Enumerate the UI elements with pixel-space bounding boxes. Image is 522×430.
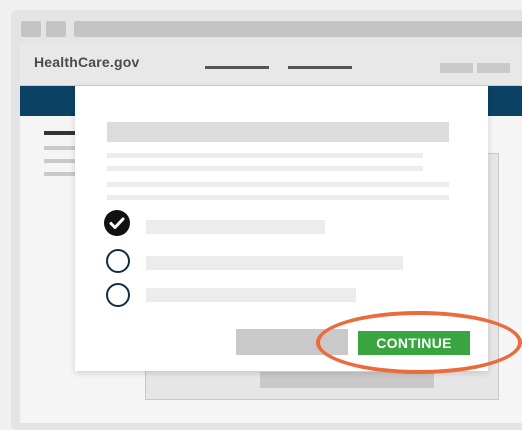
option-2-radio[interactable] bbox=[106, 249, 130, 273]
text-line-placeholder bbox=[107, 195, 449, 200]
background-button bbox=[260, 372, 434, 388]
sidebar-item[interactable] bbox=[44, 172, 78, 176]
header-button[interactable] bbox=[477, 63, 510, 73]
option-3-radio[interactable] bbox=[106, 283, 130, 307]
nav-link[interactable] bbox=[288, 66, 352, 69]
text-line-placeholder bbox=[107, 182, 449, 187]
option-1-label-placeholder bbox=[146, 220, 325, 234]
option-2-label-placeholder bbox=[146, 256, 403, 270]
site-logo[interactable]: HealthCare.gov bbox=[34, 54, 140, 70]
option-3-label-placeholder bbox=[146, 288, 356, 302]
checkmark-icon bbox=[109, 217, 125, 229]
option-1-radio[interactable] bbox=[104, 210, 130, 236]
sidebar-item[interactable] bbox=[44, 146, 78, 150]
header-button[interactable] bbox=[440, 63, 473, 73]
nav-link[interactable] bbox=[205, 66, 269, 69]
sidebar-item[interactable] bbox=[44, 159, 78, 163]
text-line-placeholder bbox=[107, 166, 423, 171]
sidebar-item-active[interactable] bbox=[44, 131, 78, 135]
window-control[interactable] bbox=[21, 21, 41, 37]
continue-button[interactable]: CONTINUE bbox=[358, 331, 470, 355]
modal-title-placeholder bbox=[107, 122, 449, 142]
text-line-placeholder bbox=[107, 153, 423, 158]
window-control[interactable] bbox=[46, 21, 66, 37]
address-bar[interactable] bbox=[74, 21, 522, 37]
back-button[interactable] bbox=[236, 329, 348, 355]
